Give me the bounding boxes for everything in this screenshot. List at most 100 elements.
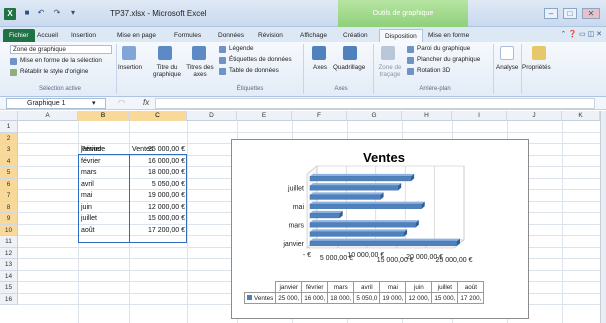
column-header-e[interactable]: E (237, 111, 292, 121)
format-selection-button[interactable]: Mise en forme de la sélection (20, 57, 102, 64)
row-header-10[interactable]: 10 (0, 224, 18, 236)
row-header-11[interactable]: 11 (0, 236, 18, 248)
select-all-corner[interactable] (0, 111, 18, 121)
bar (309, 194, 381, 200)
column-header-d[interactable]: D (187, 111, 237, 121)
help-icon[interactable]: ⌃ ❓ ▭ ◫ ✕ (561, 30, 602, 38)
column-header-h[interactable]: H (402, 111, 452, 121)
tab-disposition[interactable]: Disposition (379, 29, 423, 42)
bar-top-face (310, 173, 415, 177)
chart-element-dropdown[interactable]: Zone de graphique (10, 45, 112, 54)
bar-top-face (310, 183, 402, 186)
data-table-category-1: février (301, 281, 329, 293)
axes-button[interactable]: Axes (313, 64, 327, 71)
tab-insertion[interactable]: Insertion (71, 29, 96, 42)
tab-donnees[interactable]: Données (218, 29, 244, 42)
axis-titles-icon (192, 46, 206, 60)
data-table-category-6: juillet (431, 281, 459, 293)
chart-floor-icon (407, 57, 414, 64)
close-button[interactable]: ✕ (582, 8, 600, 19)
row-header-12[interactable]: 12 (0, 247, 18, 259)
row-header-14[interactable]: 14 (0, 270, 18, 282)
data-table-category-0: janvier (275, 281, 303, 293)
row-header-5[interactable]: 5 (0, 167, 18, 179)
row-header-9[interactable]: 9 (0, 213, 18, 225)
data-table-series-name: Ventes (254, 294, 274, 302)
redo-icon[interactable]: ↷ (52, 8, 62, 18)
tab-formules[interactable]: Formules (174, 29, 201, 42)
x-tick-label: 25 000,00 € (436, 257, 473, 264)
data-table-category-7: août (457, 281, 485, 293)
analysis-button[interactable]: Analyse (496, 64, 518, 71)
tab-fichier[interactable]: Fichier (3, 29, 35, 42)
minimize-button[interactable]: – (544, 8, 558, 19)
cancel-formula-icon[interactable]: ◠ (118, 98, 125, 107)
chart-data-table[interactable]: janvier février mars avril mai juin juillet aoû… (243, 281, 485, 304)
undo-icon[interactable]: ↶ (36, 8, 46, 18)
tab-creation[interactable]: Création (343, 29, 368, 42)
save-icon[interactable]: ■ (22, 8, 32, 18)
data-table-corner (245, 282, 276, 293)
group-divider (303, 44, 304, 94)
chart-title-button[interactable]: Titre du graphique (147, 64, 187, 78)
group-divider (116, 44, 117, 94)
row-header-13[interactable]: 13 (0, 259, 18, 271)
insertion-button[interactable]: Insertion (118, 64, 142, 71)
bar (309, 222, 417, 228)
plot-area-icon (381, 46, 395, 60)
tab-revision[interactable]: Révision (258, 29, 283, 42)
tab-affichage[interactable]: Affichage (300, 29, 327, 42)
chart-floor-button[interactable]: Plancher du graphique (417, 56, 480, 63)
row-header-7[interactable]: 7 (0, 190, 18, 202)
chart-object[interactable]: Ventes janvier mars mai juillet - €5 000,00 … (231, 139, 529, 319)
row-header-15[interactable]: 15 (0, 282, 18, 294)
data-table-value-7: 17 200, (457, 292, 485, 304)
chart-wall-button[interactable]: Paroi du graphique (417, 45, 470, 52)
maximize-button[interactable]: □ (563, 8, 577, 19)
gridlines-button[interactable]: Quadrillage (333, 64, 365, 71)
column-header-j[interactable]: J (507, 111, 562, 121)
data-table-button[interactable]: Table de données (229, 67, 279, 74)
column-header-a[interactable]: A (18, 111, 78, 121)
rotation-3d-button[interactable]: Rotation 3D (417, 67, 450, 74)
row-header-1[interactable]: 1 (0, 121, 18, 133)
column-header-f[interactable]: F (292, 111, 347, 121)
excel-app-icon[interactable]: X (4, 8, 16, 20)
analysis-icon (500, 46, 514, 60)
name-box[interactable]: Graphique 1 (6, 98, 106, 109)
tab-mise-en-page[interactable]: Mise en page (117, 29, 156, 42)
chart-tools-context-label: Outils de graphique (338, 0, 468, 27)
row-header-3[interactable]: 3 (0, 144, 18, 156)
axes-icon (312, 46, 326, 60)
row-header-8[interactable]: 8 (0, 201, 18, 213)
data-table-value-2: 18 000, (327, 292, 355, 304)
column-header-c[interactable]: C (129, 111, 187, 121)
plot-area-button[interactable]: Zone de traçage (376, 64, 404, 78)
column-header-k[interactable]: K (562, 111, 600, 121)
tab-mise-en-forme[interactable]: Mise en forme (428, 29, 469, 42)
column-header-i[interactable]: I (452, 111, 507, 121)
category-label: mai (293, 204, 305, 211)
data-labels-button[interactable]: Étiquettes de données (229, 56, 292, 63)
insert-function-button[interactable]: fx (143, 98, 149, 107)
vertical-scrollbar[interactable] (600, 111, 606, 323)
reset-style-button[interactable]: Rétablir le style d'origine (20, 68, 88, 75)
formula-input[interactable] (155, 98, 595, 109)
row-header-16[interactable]: 16 (0, 293, 18, 305)
customize-toolbar-icon[interactable]: ▾ (68, 8, 78, 18)
row-header-2[interactable]: 2 (0, 132, 18, 144)
bar (309, 213, 340, 219)
chart-title-icon (158, 46, 172, 60)
name-box-dropdown-icon[interactable]: ▾ (92, 99, 96, 107)
row-header-6[interactable]: 6 (0, 178, 18, 190)
chart-title[interactable]: Ventes (363, 150, 405, 165)
row-header-4[interactable]: 4 (0, 155, 18, 167)
axis-titles-button[interactable]: Titres des axes (186, 64, 214, 78)
bar (309, 240, 458, 246)
column-header-b[interactable]: B (78, 111, 129, 121)
column-header-g[interactable]: G (347, 111, 402, 121)
row-gridline (18, 131, 600, 133)
properties-button[interactable]: Propriétés (522, 64, 551, 71)
tab-accueil[interactable]: Accueil (37, 29, 58, 42)
legend-button[interactable]: Légende (229, 45, 254, 52)
